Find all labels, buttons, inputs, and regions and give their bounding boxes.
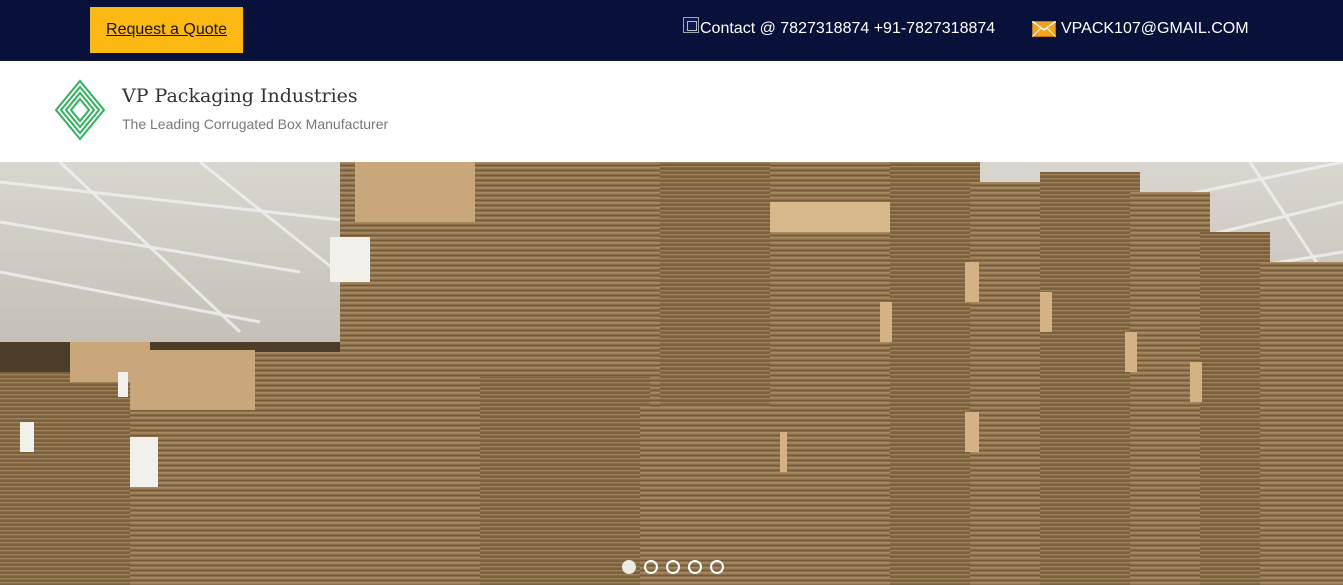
- diamond-logo-icon[interactable]: [54, 79, 106, 141]
- email-info[interactable]: VPACK107@GMAIL.COM: [1032, 20, 1249, 38]
- slide-dot-5[interactable]: [710, 560, 724, 574]
- slide-dot-3[interactable]: [666, 560, 680, 574]
- site-header: VP Packaging Industries The Leading Corr…: [0, 61, 1343, 162]
- top-bar: Request a Quote Contact @ 7827318874 +91…: [0, 0, 1343, 61]
- slide-dot-2[interactable]: [644, 560, 658, 574]
- hero-slider: [0, 162, 1343, 585]
- contact-text: Contact @ 7827318874 +91-7827318874: [700, 20, 996, 37]
- mail-icon: [1032, 21, 1056, 37]
- slide-dot-1[interactable]: [622, 560, 636, 574]
- broken-image-icon: [683, 17, 699, 33]
- request-quote-button[interactable]: Request a Quote: [90, 7, 243, 53]
- contact-info[interactable]: Contact @ 7827318874 +91-7827318874: [683, 17, 996, 38]
- slide-dot-4[interactable]: [688, 560, 702, 574]
- slider-dots: [622, 560, 724, 574]
- brand-tagline: The Leading Corrugated Box Manufacturer: [122, 116, 389, 132]
- email-text: VPACK107@GMAIL.COM: [1061, 20, 1249, 37]
- brand-name[interactable]: VP Packaging Industries: [122, 85, 358, 107]
- corrugated-sheet-stacks-photo: [0, 162, 1343, 585]
